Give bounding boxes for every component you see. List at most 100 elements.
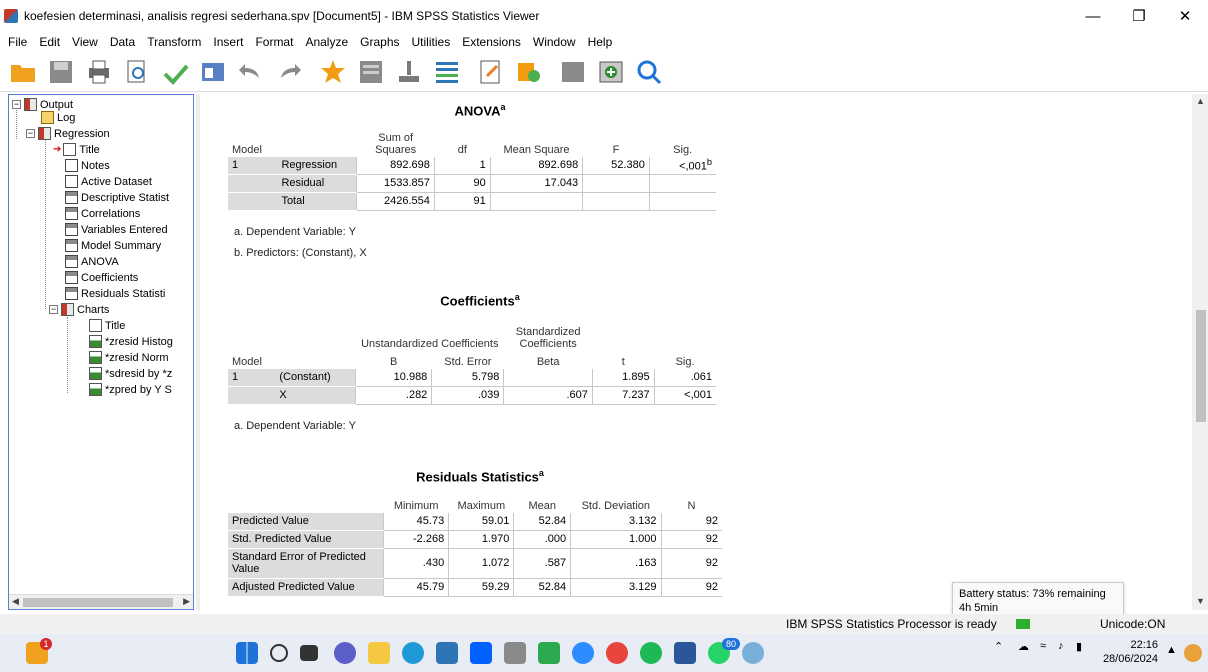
word-icon[interactable] bbox=[674, 642, 696, 664]
edge-icon[interactable] bbox=[402, 642, 424, 664]
show-all-icon[interactable] bbox=[514, 57, 544, 87]
save-icon[interactable] bbox=[46, 57, 76, 87]
hide-icon[interactable] bbox=[558, 57, 588, 87]
tree-label: Residuals Statisti bbox=[81, 287, 166, 300]
minimize-button[interactable]: — bbox=[1070, 0, 1116, 32]
redo-icon[interactable] bbox=[274, 57, 304, 87]
tree-item-active-dataset[interactable]: Active Dataset bbox=[65, 174, 152, 189]
tree-item-correlations[interactable]: Correlations bbox=[65, 206, 140, 221]
processor-ready-icon bbox=[1016, 619, 1030, 629]
menu-analyze[interactable]: Analyze bbox=[305, 35, 348, 49]
goto-variable-icon[interactable] bbox=[394, 57, 424, 87]
cloud-icon[interactable]: ☁ bbox=[1018, 640, 1029, 653]
menu-utilities[interactable]: Utilities bbox=[412, 35, 451, 49]
chrome-icon[interactable] bbox=[606, 642, 628, 664]
menu-help[interactable]: Help bbox=[588, 35, 613, 49]
menu-transform[interactable]: Transform bbox=[147, 35, 201, 49]
collapse-toggle[interactable]: − bbox=[49, 305, 58, 314]
tree-item-regression[interactable]: − Regression bbox=[26, 126, 110, 141]
tooltip-line: Battery status: 73% remaining bbox=[959, 588, 1106, 600]
notification-bell-icon[interactable]: ▲ bbox=[1166, 644, 1177, 656]
print-preview-icon[interactable] bbox=[122, 57, 152, 87]
show-hidden-icons-icon[interactable]: ⌃ bbox=[994, 640, 1003, 653]
menu-view[interactable]: View bbox=[72, 35, 98, 49]
tree-item-sdresid[interactable]: *sdresid by *z bbox=[89, 366, 172, 381]
zoom-icon[interactable] bbox=[572, 642, 594, 664]
tree-item-descriptive-statistics[interactable]: Descriptive Statist bbox=[65, 190, 169, 205]
clock-date: 28/06/2024 bbox=[1102, 653, 1158, 665]
search-icon[interactable] bbox=[634, 57, 664, 87]
scroll-left-icon[interactable]: ◀ bbox=[12, 596, 19, 607]
dropbox-icon[interactable] bbox=[470, 642, 492, 664]
volume-icon[interactable]: ♪ bbox=[1058, 640, 1064, 652]
scroll-right-icon[interactable]: ▶ bbox=[183, 596, 190, 607]
tree-item-residuals-statistics[interactable]: Residuals Statisti bbox=[65, 286, 165, 301]
goto-data-icon[interactable] bbox=[318, 57, 348, 87]
insert-output-icon[interactable] bbox=[596, 57, 626, 87]
menu-graphs[interactable]: Graphs bbox=[360, 35, 399, 49]
spss-taskbar-icon[interactable] bbox=[742, 642, 764, 664]
outline-horizontal-scrollbar[interactable]: ◀ ▶ bbox=[9, 594, 193, 609]
menu-insert[interactable]: Insert bbox=[213, 35, 243, 49]
tree-item-notes[interactable]: Notes bbox=[65, 158, 110, 173]
tree-item-charts-title[interactable]: Title bbox=[89, 318, 125, 333]
menu-extensions[interactable]: Extensions bbox=[462, 35, 521, 49]
file-explorer-icon[interactable] bbox=[368, 642, 390, 664]
task-view-icon[interactable] bbox=[300, 645, 318, 661]
collapse-toggle[interactable]: − bbox=[12, 100, 21, 109]
tree-item-anova[interactable]: ANOVA bbox=[65, 254, 119, 269]
taskbar-clock[interactable]: 22:16 28/06/2024 bbox=[1098, 638, 1158, 666]
scroll-down-icon[interactable]: ▼ bbox=[1196, 596, 1205, 606]
amazon-icon[interactable] bbox=[504, 642, 526, 664]
coefficients-table[interactable]: Unstandardized Coefficients Standardized… bbox=[228, 320, 716, 405]
print-icon[interactable] bbox=[84, 57, 114, 87]
spotify-icon[interactable] bbox=[640, 642, 662, 664]
tree-item-log[interactable]: Log bbox=[41, 110, 75, 125]
recall-dialog-icon[interactable] bbox=[198, 57, 228, 87]
menu-window[interactable]: Window bbox=[533, 35, 576, 49]
search-taskbar-icon[interactable] bbox=[270, 644, 288, 662]
scrollbar-thumb[interactable] bbox=[23, 598, 173, 607]
teams-icon[interactable] bbox=[334, 642, 356, 664]
copilot-icon[interactable] bbox=[1184, 644, 1202, 662]
goto-case-icon[interactable] bbox=[356, 57, 386, 87]
open-folder-icon[interactable] bbox=[8, 57, 38, 87]
undo-icon[interactable] bbox=[236, 57, 266, 87]
battery-icon[interactable]: ▮ bbox=[1076, 640, 1082, 653]
export-icon[interactable] bbox=[160, 57, 190, 87]
output-outline-pane[interactable]: − Output Log − Regression ➔ Title Notes … bbox=[8, 94, 194, 610]
anova-table[interactable]: Model Sum of Squares df Mean Square F Si… bbox=[228, 126, 716, 211]
scrollbar-thumb[interactable] bbox=[1196, 310, 1206, 422]
restore-button[interactable]: ❐ bbox=[1116, 0, 1162, 32]
tree-item-title[interactable]: ➔ Title bbox=[53, 142, 100, 157]
menu-file[interactable]: File bbox=[8, 35, 27, 49]
variables-icon[interactable] bbox=[432, 57, 462, 87]
wifi-icon[interactable]: ≈ bbox=[1040, 640, 1046, 652]
store-icon[interactable] bbox=[436, 642, 458, 664]
menu-edit[interactable]: Edit bbox=[39, 35, 60, 49]
output-content-pane[interactable]: ANOVAa Model Sum of Squares df Mean Squa… bbox=[200, 94, 1192, 610]
tree-item-charts[interactable]: − Charts bbox=[49, 302, 109, 317]
tree-item-variables-entered[interactable]: Variables Entered bbox=[65, 222, 168, 237]
menu-format[interactable]: Format bbox=[255, 35, 293, 49]
table-cell: .163 bbox=[570, 548, 661, 579]
designate-window-icon[interactable] bbox=[476, 57, 506, 87]
tree-item-coefficients[interactable]: Coefficients bbox=[65, 270, 138, 285]
table-row: Adjusted Predicted Value 45.79 59.29 52.… bbox=[228, 578, 722, 597]
collapse-toggle[interactable]: − bbox=[26, 129, 35, 138]
scroll-up-icon[interactable]: ▲ bbox=[1196, 96, 1205, 106]
close-button[interactable]: ✕ bbox=[1162, 0, 1208, 32]
drive-icon[interactable] bbox=[538, 642, 560, 664]
menu-data[interactable]: Data bbox=[110, 35, 135, 49]
residuals-table[interactable]: Minimum Maximum Mean Std. Deviation N Pr… bbox=[228, 494, 722, 597]
tree-item-zresid-histogram[interactable]: *zresid Histog bbox=[89, 334, 173, 349]
content-vertical-scrollbar[interactable]: ▲ ▼ bbox=[1192, 94, 1208, 610]
table-cell bbox=[648, 192, 716, 211]
tree-item-model-summary[interactable]: Model Summary bbox=[65, 238, 161, 253]
start-icon[interactable] bbox=[236, 642, 258, 664]
table-cell: .282 bbox=[355, 386, 432, 405]
tree-item-zresid-normal[interactable]: *zresid Norm bbox=[89, 350, 169, 365]
table-cell: 5.798 bbox=[431, 368, 504, 387]
tree-item-zpred[interactable]: *zpred by Y S bbox=[89, 382, 172, 397]
residuals-title: Residuals Statisticsa bbox=[390, 468, 570, 484]
